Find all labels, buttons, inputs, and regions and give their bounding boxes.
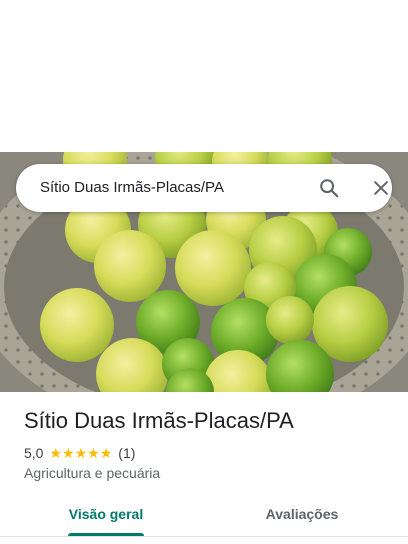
rating-row[interactable]: 5,0 ★ ★ ★ ★ ★ (1) [24,444,135,462]
place-title: Sítio Duas Irmãs-Placas/PA [24,408,294,433]
star-icon: ★ [87,445,100,461]
search-bar[interactable]: Sítio Duas Irmãs-Placas/PA [16,164,392,212]
star-icon: ★ [74,445,88,461]
review-count[interactable]: (1) [118,445,135,461]
star-icon: ★ [62,445,75,461]
tab-overview[interactable]: Visão geral [52,496,160,536]
search-query-text[interactable]: Sítio Duas Irmãs-Placas/PA [40,164,224,212]
tab-reviews[interactable]: Avaliações [248,496,356,536]
place-category: Agricultura e pecuária [24,465,161,481]
place-tabs: Visão geral Avaliações [0,496,408,544]
close-icon[interactable] [371,178,391,198]
rating-value: 5,0 [24,445,44,461]
search-icon[interactable] [318,177,340,199]
star-icon: ★ [49,445,63,461]
star-rating: ★ ★ ★ ★ ★ [49,446,112,460]
star-icon: ★ [99,445,113,461]
tabs-divider [0,536,408,537]
